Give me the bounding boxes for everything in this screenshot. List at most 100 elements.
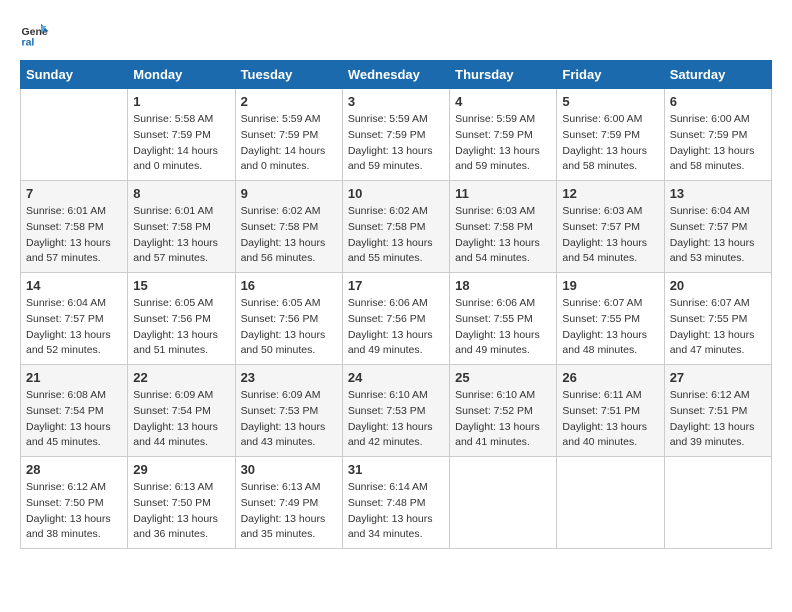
page-header: Gene ral <box>20 20 772 50</box>
day-info: Sunrise: 6:14 AMSunset: 7:48 PMDaylight:… <box>348 480 444 543</box>
calendar-cell: 22 Sunrise: 6:09 AMSunset: 7:54 PMDaylig… <box>128 365 235 457</box>
week-row-5: 28 Sunrise: 6:12 AMSunset: 7:50 PMDaylig… <box>21 457 772 549</box>
day-number: 20 <box>670 278 766 293</box>
day-info: Sunrise: 6:12 AMSunset: 7:50 PMDaylight:… <box>26 480 122 543</box>
day-info: Sunrise: 6:08 AMSunset: 7:54 PMDaylight:… <box>26 388 122 451</box>
week-row-1: 1 Sunrise: 5:58 AMSunset: 7:59 PMDayligh… <box>21 89 772 181</box>
day-number: 8 <box>133 186 229 201</box>
logo: Gene ral <box>20 20 54 50</box>
calendar-cell: 18 Sunrise: 6:06 AMSunset: 7:55 PMDaylig… <box>450 273 557 365</box>
calendar-cell: 14 Sunrise: 6:04 AMSunset: 7:57 PMDaylig… <box>21 273 128 365</box>
day-info: Sunrise: 6:05 AMSunset: 7:56 PMDaylight:… <box>241 296 337 359</box>
calendar-cell: 2 Sunrise: 5:59 AMSunset: 7:59 PMDayligh… <box>235 89 342 181</box>
day-number: 23 <box>241 370 337 385</box>
day-info: Sunrise: 6:13 AMSunset: 7:50 PMDaylight:… <box>133 480 229 543</box>
day-info: Sunrise: 5:59 AMSunset: 7:59 PMDaylight:… <box>348 112 444 175</box>
week-row-4: 21 Sunrise: 6:08 AMSunset: 7:54 PMDaylig… <box>21 365 772 457</box>
day-number: 4 <box>455 94 551 109</box>
day-number: 1 <box>133 94 229 109</box>
day-info: Sunrise: 6:03 AMSunset: 7:57 PMDaylight:… <box>562 204 658 267</box>
day-info: Sunrise: 6:13 AMSunset: 7:49 PMDaylight:… <box>241 480 337 543</box>
day-number: 5 <box>562 94 658 109</box>
day-info: Sunrise: 5:58 AMSunset: 7:59 PMDaylight:… <box>133 112 229 175</box>
day-number: 2 <box>241 94 337 109</box>
day-number: 21 <box>26 370 122 385</box>
calendar-header-row: SundayMondayTuesdayWednesdayThursdayFrid… <box>21 61 772 89</box>
calendar-cell: 17 Sunrise: 6:06 AMSunset: 7:56 PMDaylig… <box>342 273 449 365</box>
day-info: Sunrise: 6:04 AMSunset: 7:57 PMDaylight:… <box>670 204 766 267</box>
day-info: Sunrise: 6:00 AMSunset: 7:59 PMDaylight:… <box>670 112 766 175</box>
col-header-wednesday: Wednesday <box>342 61 449 89</box>
day-info: Sunrise: 6:10 AMSunset: 7:53 PMDaylight:… <box>348 388 444 451</box>
day-info: Sunrise: 6:05 AMSunset: 7:56 PMDaylight:… <box>133 296 229 359</box>
calendar-cell: 13 Sunrise: 6:04 AMSunset: 7:57 PMDaylig… <box>664 181 771 273</box>
day-info: Sunrise: 6:03 AMSunset: 7:58 PMDaylight:… <box>455 204 551 267</box>
day-number: 15 <box>133 278 229 293</box>
calendar-cell: 16 Sunrise: 6:05 AMSunset: 7:56 PMDaylig… <box>235 273 342 365</box>
col-header-monday: Monday <box>128 61 235 89</box>
calendar-cell: 3 Sunrise: 5:59 AMSunset: 7:59 PMDayligh… <box>342 89 449 181</box>
col-header-thursday: Thursday <box>450 61 557 89</box>
day-number: 26 <box>562 370 658 385</box>
logo-icon: Gene ral <box>20 20 50 50</box>
col-header-friday: Friday <box>557 61 664 89</box>
day-number: 22 <box>133 370 229 385</box>
day-number: 7 <box>26 186 122 201</box>
day-number: 27 <box>670 370 766 385</box>
day-info: Sunrise: 6:09 AMSunset: 7:53 PMDaylight:… <box>241 388 337 451</box>
day-info: Sunrise: 6:06 AMSunset: 7:55 PMDaylight:… <box>455 296 551 359</box>
day-number: 16 <box>241 278 337 293</box>
day-number: 10 <box>348 186 444 201</box>
day-number: 12 <box>562 186 658 201</box>
day-number: 9 <box>241 186 337 201</box>
day-number: 29 <box>133 462 229 477</box>
calendar-cell: 24 Sunrise: 6:10 AMSunset: 7:53 PMDaylig… <box>342 365 449 457</box>
day-info: Sunrise: 6:00 AMSunset: 7:59 PMDaylight:… <box>562 112 658 175</box>
day-number: 6 <box>670 94 766 109</box>
day-number: 25 <box>455 370 551 385</box>
day-info: Sunrise: 6:04 AMSunset: 7:57 PMDaylight:… <box>26 296 122 359</box>
calendar-cell: 31 Sunrise: 6:14 AMSunset: 7:48 PMDaylig… <box>342 457 449 549</box>
calendar-cell: 29 Sunrise: 6:13 AMSunset: 7:50 PMDaylig… <box>128 457 235 549</box>
calendar-cell: 20 Sunrise: 6:07 AMSunset: 7:55 PMDaylig… <box>664 273 771 365</box>
day-number: 19 <box>562 278 658 293</box>
day-info: Sunrise: 6:02 AMSunset: 7:58 PMDaylight:… <box>348 204 444 267</box>
calendar-cell: 28 Sunrise: 6:12 AMSunset: 7:50 PMDaylig… <box>21 457 128 549</box>
calendar-cell: 8 Sunrise: 6:01 AMSunset: 7:58 PMDayligh… <box>128 181 235 273</box>
calendar-cell <box>450 457 557 549</box>
calendar-cell: 15 Sunrise: 6:05 AMSunset: 7:56 PMDaylig… <box>128 273 235 365</box>
day-info: Sunrise: 6:02 AMSunset: 7:58 PMDaylight:… <box>241 204 337 267</box>
calendar-cell: 23 Sunrise: 6:09 AMSunset: 7:53 PMDaylig… <box>235 365 342 457</box>
day-info: Sunrise: 6:07 AMSunset: 7:55 PMDaylight:… <box>562 296 658 359</box>
calendar-cell: 1 Sunrise: 5:58 AMSunset: 7:59 PMDayligh… <box>128 89 235 181</box>
calendar-cell: 12 Sunrise: 6:03 AMSunset: 7:57 PMDaylig… <box>557 181 664 273</box>
calendar-cell: 21 Sunrise: 6:08 AMSunset: 7:54 PMDaylig… <box>21 365 128 457</box>
day-number: 31 <box>348 462 444 477</box>
day-number: 18 <box>455 278 551 293</box>
calendar-cell: 11 Sunrise: 6:03 AMSunset: 7:58 PMDaylig… <box>450 181 557 273</box>
calendar-cell <box>557 457 664 549</box>
svg-text:ral: ral <box>22 37 35 49</box>
day-number: 3 <box>348 94 444 109</box>
calendar-cell: 4 Sunrise: 5:59 AMSunset: 7:59 PMDayligh… <box>450 89 557 181</box>
col-header-sunday: Sunday <box>21 61 128 89</box>
day-info: Sunrise: 6:01 AMSunset: 7:58 PMDaylight:… <box>26 204 122 267</box>
calendar-cell: 7 Sunrise: 6:01 AMSunset: 7:58 PMDayligh… <box>21 181 128 273</box>
day-number: 14 <box>26 278 122 293</box>
col-header-saturday: Saturday <box>664 61 771 89</box>
calendar-cell <box>664 457 771 549</box>
calendar-cell: 9 Sunrise: 6:02 AMSunset: 7:58 PMDayligh… <box>235 181 342 273</box>
day-number: 28 <box>26 462 122 477</box>
week-row-2: 7 Sunrise: 6:01 AMSunset: 7:58 PMDayligh… <box>21 181 772 273</box>
day-info: Sunrise: 6:01 AMSunset: 7:58 PMDaylight:… <box>133 204 229 267</box>
day-number: 17 <box>348 278 444 293</box>
day-number: 13 <box>670 186 766 201</box>
day-info: Sunrise: 5:59 AMSunset: 7:59 PMDaylight:… <box>241 112 337 175</box>
col-header-tuesday: Tuesday <box>235 61 342 89</box>
day-info: Sunrise: 6:06 AMSunset: 7:56 PMDaylight:… <box>348 296 444 359</box>
calendar-table: SundayMondayTuesdayWednesdayThursdayFrid… <box>20 60 772 549</box>
day-info: Sunrise: 6:07 AMSunset: 7:55 PMDaylight:… <box>670 296 766 359</box>
calendar-cell: 19 Sunrise: 6:07 AMSunset: 7:55 PMDaylig… <box>557 273 664 365</box>
calendar-cell: 6 Sunrise: 6:00 AMSunset: 7:59 PMDayligh… <box>664 89 771 181</box>
calendar-cell: 25 Sunrise: 6:10 AMSunset: 7:52 PMDaylig… <box>450 365 557 457</box>
